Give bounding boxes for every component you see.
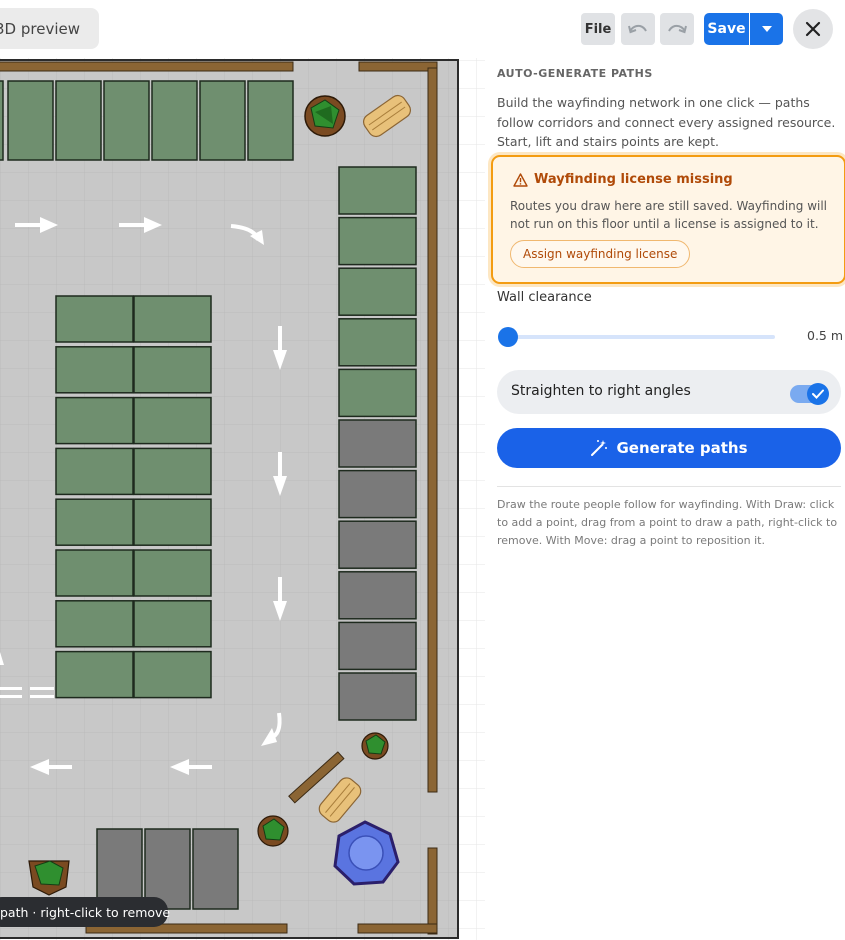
desk[interactable] xyxy=(247,80,294,161)
undo-icon xyxy=(628,24,647,34)
redo-button[interactable] xyxy=(660,13,694,45)
wall-top-right xyxy=(358,61,438,72)
caret-down-icon xyxy=(761,26,772,32)
checkmark-icon xyxy=(812,389,824,399)
desk[interactable] xyxy=(133,295,212,343)
file-label: File xyxy=(584,21,612,37)
plant xyxy=(304,95,346,137)
desk[interactable] xyxy=(133,549,212,597)
magic-wand-icon xyxy=(591,440,608,456)
desk[interactable] xyxy=(55,549,134,597)
save-button[interactable]: Save xyxy=(704,13,749,45)
plant xyxy=(361,732,389,760)
close-icon xyxy=(805,21,821,37)
wall-clearance-value: 0.5 m xyxy=(807,328,844,343)
wall-top-left xyxy=(0,61,294,72)
desk[interactable] xyxy=(338,216,417,266)
desk[interactable] xyxy=(133,650,212,699)
desk[interactable] xyxy=(133,346,212,394)
desk[interactable] xyxy=(338,166,417,215)
wall-right-lower xyxy=(427,847,438,935)
desk[interactable] xyxy=(338,368,417,418)
wall-bottom-right xyxy=(357,923,438,934)
desk[interactable] xyxy=(338,571,417,620)
desk[interactable] xyxy=(338,621,417,671)
desk[interactable] xyxy=(133,396,212,445)
wall-right-upper xyxy=(427,67,438,793)
desk[interactable] xyxy=(55,346,134,394)
license-warning-title: Wayfinding license missing xyxy=(513,172,733,187)
file-menu-button[interactable]: File xyxy=(581,13,615,45)
desk[interactable] xyxy=(55,650,134,699)
desk[interactable] xyxy=(338,318,417,367)
desk[interactable] xyxy=(55,447,134,496)
desk[interactable] xyxy=(338,672,417,721)
desk[interactable] xyxy=(55,295,134,343)
assign-license-button[interactable]: Assign wayfinding license xyxy=(510,240,691,268)
desk[interactable] xyxy=(55,600,134,648)
straighten-toggle-knob[interactable] xyxy=(807,383,829,405)
desk[interactable] xyxy=(55,80,102,161)
desk[interactable] xyxy=(133,600,212,648)
desk[interactable] xyxy=(338,419,417,468)
generate-paths-label: Generate paths xyxy=(616,439,748,457)
save-options-button[interactable] xyxy=(750,13,783,45)
straighten-toggle-label: Straighten to right angles xyxy=(511,383,691,399)
generate-paths-button[interactable]: Generate paths xyxy=(497,428,841,468)
desk[interactable] xyxy=(55,498,134,546)
desk[interactable] xyxy=(7,80,54,161)
desk[interactable] xyxy=(103,80,150,161)
desk[interactable] xyxy=(338,469,417,519)
wall-clearance-label: Wall clearance xyxy=(497,290,592,305)
3d-preview-button[interactable]: 3D preview xyxy=(0,8,99,49)
assign-license-label: Assign wayfinding license xyxy=(523,247,678,261)
drawing-help-text: Draw the route people follow for wayfind… xyxy=(497,498,838,547)
plant xyxy=(257,815,289,847)
wall-clearance-slider[interactable] xyxy=(507,335,775,339)
floor-plan-canvas[interactable] xyxy=(0,58,485,940)
desk[interactable] xyxy=(338,520,417,569)
desk[interactable] xyxy=(133,498,212,546)
desk[interactable] xyxy=(0,80,4,161)
canvas-hint-text: path · right-click to remove xyxy=(0,904,171,920)
wall-clearance-slider-thumb[interactable] xyxy=(498,327,518,347)
license-warning-body: Routes you draw here are still saved. Wa… xyxy=(510,199,828,231)
close-button[interactable] xyxy=(793,9,833,49)
desk[interactable] xyxy=(338,267,417,316)
warning-icon xyxy=(513,172,528,187)
panel-heading: AUTO-GENERATE PATHS xyxy=(497,67,653,80)
desk[interactable] xyxy=(55,396,134,445)
desk[interactable] xyxy=(192,828,239,910)
redo-icon xyxy=(668,24,687,34)
3d-preview-label: 3D preview xyxy=(0,19,80,38)
panel-divider xyxy=(497,486,841,487)
desk[interactable] xyxy=(133,447,212,496)
desk[interactable] xyxy=(151,80,198,161)
panel-intro-text: Build the wayfinding network in one clic… xyxy=(497,95,836,149)
license-warning-title-text: Wayfinding license missing xyxy=(534,172,733,187)
undo-button[interactable] xyxy=(621,13,655,45)
desk[interactable] xyxy=(199,80,246,161)
canvas-hint: path · right-click to remove xyxy=(0,897,171,927)
save-label: Save xyxy=(707,21,746,37)
